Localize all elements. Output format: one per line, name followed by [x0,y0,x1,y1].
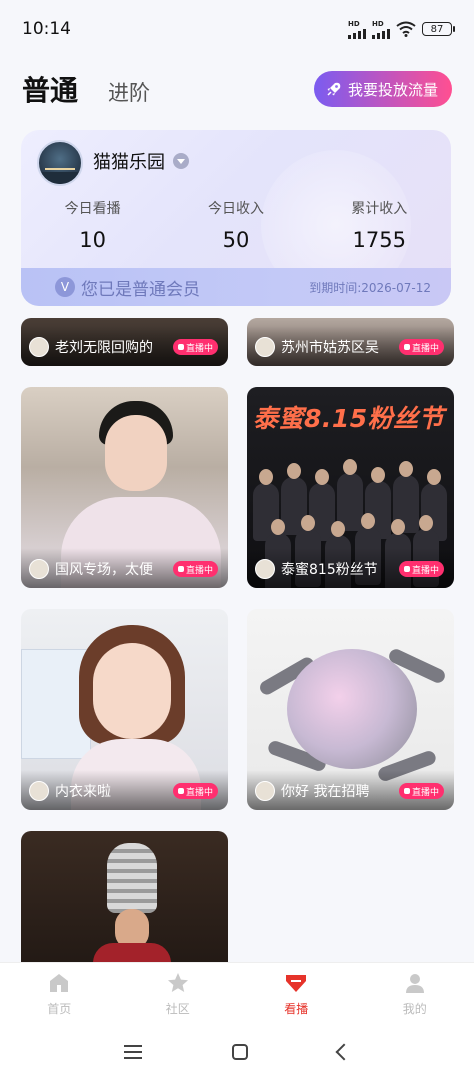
home-square-icon[interactable] [232,1044,248,1060]
status-bar: 10:14 HD HD 87 [0,0,474,58]
nav-label: 首页 [47,1002,72,1016]
live-badge-label: 直播中 [185,343,213,354]
character-art [287,649,417,769]
figure-face [105,415,167,491]
stat-today-income: 今日收入 50 [164,198,307,252]
stream-title: 苏州市姑苏区吴 [281,340,379,356]
live-icon [177,788,184,794]
boost-traffic-button[interactable]: 我要投放流量 [313,71,452,107]
live-icon [177,344,184,350]
home-icon [50,974,69,992]
stream-card[interactable]: 国风专场，太便 直播中 [21,387,228,588]
live-badge-label: 直播中 [411,343,439,354]
live-badge: 直播中 [398,561,444,577]
stream-card[interactable]: 泰蜜8.15粉丝节 泰蜜815粉丝节 直播中 [247,387,454,588]
stat-value: 10 [79,228,107,252]
stat-label: 今日看播 [64,201,121,217]
live-badge: 直播中 [172,561,218,577]
stat-value: 1755 [352,228,406,252]
nav-profile[interactable]: 我的 [356,963,474,1024]
chevron-down-icon [173,153,189,169]
bottom-navigation: 首页 社区 看播 我的 [0,962,474,1024]
stream-thumbnail [21,831,228,962]
boost-button-label: 我要投放流量 [347,80,438,99]
nav-label: 社区 [165,1002,190,1016]
stream-card[interactable]: 苏州市姑苏区吴 直播中 [247,318,454,366]
battery-indicator: 87 [422,22,455,36]
streamer-avatar [29,337,49,357]
streamer-avatar [29,781,49,801]
stream-card[interactable]: 你好 我在招聘 直播中 [247,609,454,810]
stream-card[interactable]: 内衣来啦 直播中 [21,609,228,810]
nav-label: 看播 [284,1002,309,1016]
stats-row: 今日看播 10 今日收入 50 累计收入 1755 [21,198,451,252]
profile-icon [405,974,424,993]
live-badge-label: 直播中 [185,787,213,798]
event-banner: 泰蜜8.15粉丝节 [253,404,445,433]
headdress [107,843,157,913]
stream-title: 泰蜜815粉丝节 [281,562,378,578]
live-stream-grid: 老刘无限回购的 直播中 苏州市姑苏区吴 直播中 国风专场，太便 直播中 泰蜜8.… [21,318,454,962]
stat-total-income: 累计收入 1755 [308,198,451,252]
live-badge-label: 直播中 [411,565,439,576]
streamer-avatar [255,559,275,579]
streamer-avatar [255,337,275,357]
stream-title: 内衣来啦 [55,784,111,800]
menu-icon[interactable] [124,1045,142,1059]
stat-label: 累计收入 [351,201,408,217]
watch-live-icon [286,975,307,992]
system-nav-bar [0,1024,474,1080]
live-icon [177,566,184,572]
nav-home[interactable]: 首页 [0,963,119,1024]
tab-advanced[interactable]: 进阶 [108,77,150,107]
live-badge-label: 直播中 [185,565,213,576]
vip-badge-icon: V [55,277,75,297]
star-icon [167,973,188,992]
status-icons: HD HD 87 [348,20,455,39]
live-badge: 直播中 [398,339,444,355]
live-badge: 直播中 [172,339,218,355]
back-arrow-icon[interactable] [335,1043,353,1061]
account-name: 猫猫乐园 [93,152,165,173]
figure-body [93,943,171,962]
streamer-avatar [29,559,49,579]
hd-label: HD [348,19,360,28]
account-selector[interactable]: 猫猫乐园 [93,148,189,174]
live-badge: 直播中 [398,783,444,799]
signal-icon: HD [348,20,366,39]
stream-title: 老刘无限回购的 [55,340,153,356]
member-card: 猫猫乐园 今日看播 10 今日收入 50 累计收入 1755 V 您已是普通会员… [21,130,451,306]
expire-date: 到期时间:2026-07-12 [309,280,431,295]
live-icon [403,788,410,794]
streamer-avatar [255,781,275,801]
live-badge: 直播中 [172,783,218,799]
stream-title: 国风专场，太便 [55,562,153,578]
nav-watch-live[interactable]: 看播 [237,963,356,1024]
live-icon [403,344,410,350]
signal-icon: HD [372,20,390,39]
membership-strip[interactable]: V 您已是普通会员 到期时间:2026-07-12 [21,268,451,306]
tab-normal[interactable]: 普通 [22,69,78,109]
stat-label: 今日收入 [207,201,264,217]
live-icon [403,566,410,572]
nav-label: 我的 [402,1002,427,1016]
stream-card[interactable] [21,831,228,962]
stream-title: 你好 我在招聘 [281,784,370,800]
stat-value: 50 [222,228,250,252]
membership-status: 您已是普通会员 [81,279,200,300]
nav-community[interactable]: 社区 [119,963,238,1024]
wifi-icon [396,21,416,37]
status-time: 10:14 [22,19,71,39]
figure-face [93,643,171,739]
avatar[interactable] [37,140,83,186]
rocket-icon [327,82,341,96]
mode-tabs: 普通 进阶 我要投放流量 [22,64,452,114]
stat-today-views: 今日看播 10 [21,198,164,252]
hd-label: HD [372,19,384,28]
live-badge-label: 直播中 [411,787,439,798]
stream-card[interactable]: 老刘无限回购的 直播中 [21,318,228,366]
